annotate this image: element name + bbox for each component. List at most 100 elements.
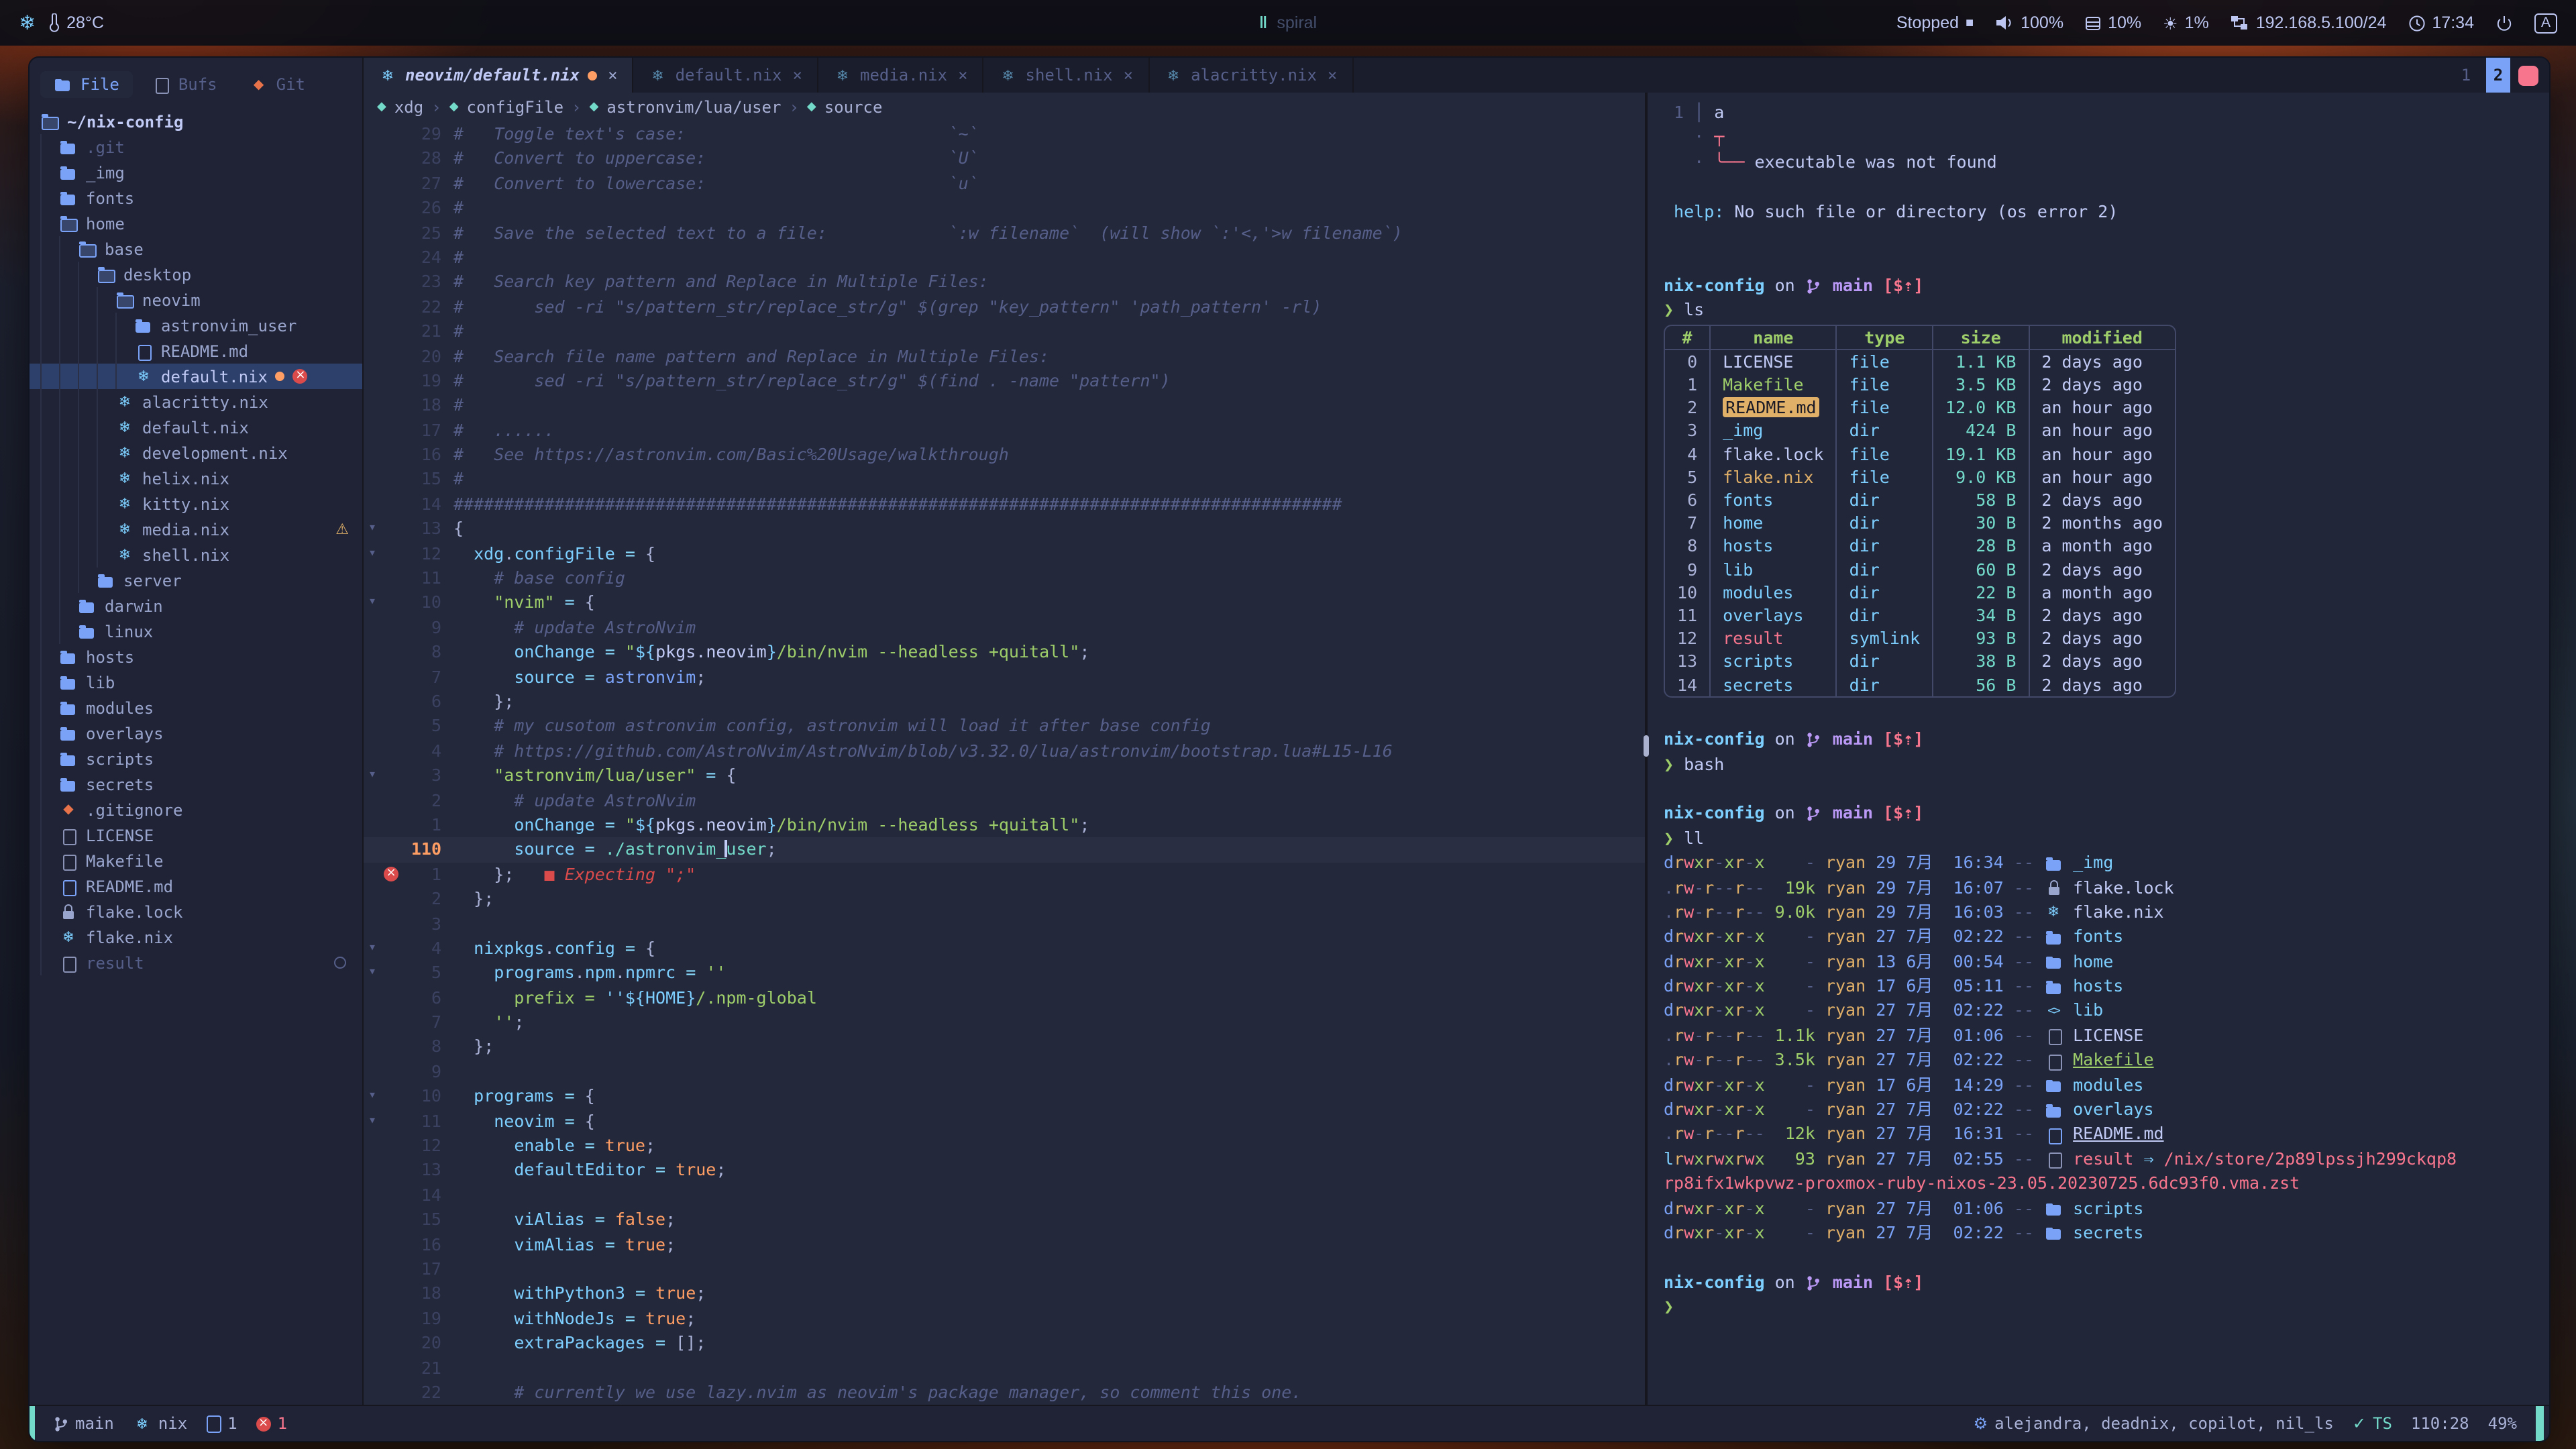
code-line[interactable]: 17 — [364, 1257, 1645, 1282]
tree-item-darwin[interactable]: darwin — [30, 593, 362, 619]
tree-item-home[interactable]: home — [30, 211, 362, 236]
tree-item-lib[interactable]: lib — [30, 669, 362, 695]
tree-item-.gitignore[interactable]: .gitignore — [30, 797, 362, 822]
buffer-tab-alacritty.nix[interactable]: alacritty.nix× — [1149, 58, 1353, 93]
code-line[interactable]: 22# sed -ri "s/pattern_str/replace_str/g… — [364, 294, 1645, 319]
breadcrumb-item[interactable]: source — [824, 98, 883, 117]
code-line[interactable]: 20# Search file name pattern and Replace… — [364, 344, 1645, 369]
tree-item-media.nix[interactable]: media.nix⚠ — [30, 517, 362, 542]
code-line[interactable]: 1 onChange = "${pkgs.neovim}/bin/nvim --… — [364, 813, 1645, 838]
code-line[interactable]: 3 — [364, 912, 1645, 936]
code-line[interactable]: 2 }; — [364, 887, 1645, 912]
buffer-tab-default.nix[interactable]: default.nix× — [634, 58, 818, 93]
code-line[interactable]: 20 extraPackages = []; — [364, 1331, 1645, 1356]
code-line[interactable]: ▾10 "nvim" = { — [364, 591, 1645, 616]
tree-item-desktop[interactable]: desktop — [30, 262, 362, 287]
sidebar-source-File[interactable]: File — [40, 71, 133, 98]
network-widget[interactable]: 192.168.5.100/24 — [2231, 13, 2387, 32]
tree-item-development.nix[interactable]: development.nix — [30, 440, 362, 466]
code-line[interactable]: 16# See https://astronvim.com/Basic%20Us… — [364, 443, 1645, 468]
code-line[interactable]: 14 — [364, 1183, 1645, 1208]
tab-page-1[interactable]: 1 — [2454, 58, 2478, 93]
tree-item-README.md[interactable]: README.md — [30, 873, 362, 899]
breadcrumb-item[interactable]: configFile — [467, 98, 564, 117]
code-line[interactable]: 24# — [364, 246, 1645, 270]
split-separator[interactable] — [1645, 93, 1648, 1405]
code-line[interactable]: ▾12 xdg.configFile = { — [364, 541, 1645, 566]
code-line[interactable]: 4 # https://github.com/AstroNvim/AstroNv… — [364, 739, 1645, 764]
code-line[interactable]: 19 withNodeJs = true; — [364, 1307, 1645, 1332]
nixos-logo-icon[interactable]: ❄ — [19, 11, 36, 35]
tree-item-_img[interactable]: _img — [30, 160, 362, 185]
buffer-tab-shell.nix[interactable]: shell.nix× — [984, 58, 1150, 93]
tree-item-astronvim_user[interactable]: astronvim_user — [30, 313, 362, 338]
tree-item-hosts[interactable]: hosts — [30, 644, 362, 669]
editor-pane[interactable]: ◆xdg›◆configFile›◆astronvim/lua/user›◆so… — [364, 93, 1645, 1405]
code-line[interactable]: 11 # base config — [364, 566, 1645, 591]
tree-item-secrets[interactable]: secrets — [30, 771, 362, 797]
code-line[interactable]: 8 }; — [364, 1035, 1645, 1060]
code-line[interactable]: 13 defaultEditor = true; — [364, 1159, 1645, 1183]
git-branch-widget[interactable]: main — [54, 1414, 114, 1433]
diagnostics-widget[interactable]: × 1 — [256, 1414, 287, 1433]
code-line[interactable]: ▾5 programs.npm.npmrc = '' — [364, 961, 1645, 986]
code-line[interactable]: 23# Search key pattern and Replace in Mu… — [364, 270, 1645, 295]
tree-item-default.nix[interactable]: default.nix× — [30, 364, 362, 389]
power-icon[interactable] — [2496, 14, 2513, 32]
close-icon[interactable]: × — [608, 66, 617, 85]
code-line[interactable]: ▾10 programs = { — [364, 1084, 1645, 1109]
close-icon[interactable]: × — [958, 66, 967, 85]
code-line[interactable]: 21# — [364, 319, 1645, 344]
tree-item-result[interactable]: result — [30, 950, 362, 975]
tree-item-kitty.nix[interactable]: kitty.nix — [30, 491, 362, 517]
code-line[interactable]: 9 — [364, 1060, 1645, 1085]
tree-item-alacritty.nix[interactable]: alacritty.nix — [30, 389, 362, 415]
tree-item-server[interactable]: server — [30, 568, 362, 593]
code-line[interactable]: 6 prefix = ''${HOME}/.npm-global — [364, 985, 1645, 1010]
sidebar-source-Git[interactable]: Git — [236, 71, 319, 98]
tree-item-fonts[interactable]: fonts — [30, 185, 362, 211]
code-line[interactable]: ×1 }; ■ Expecting ";" — [364, 862, 1645, 887]
close-icon[interactable]: × — [1124, 66, 1133, 85]
tree-item-LICENSE[interactable]: LICENSE — [30, 822, 362, 848]
code-line[interactable]: 28# Convert to uppercase: `U` — [364, 147, 1645, 172]
tree-item-Makefile[interactable]: Makefile — [30, 848, 362, 873]
code-line[interactable]: ▾13{ — [364, 517, 1645, 542]
code-line[interactable]: 18# — [364, 394, 1645, 419]
tree-item-neovim[interactable]: neovim — [30, 287, 362, 313]
code-line[interactable]: ▾4 nixpkgs.config = { — [364, 936, 1645, 961]
tree-item-README.md[interactable]: README.md — [30, 338, 362, 364]
code-line[interactable]: 18 withPython3 = true; — [364, 1282, 1645, 1307]
code-line[interactable]: 26# — [364, 196, 1645, 221]
tab-page-2[interactable]: 2 — [2486, 58, 2510, 93]
code-line[interactable]: ▾11 neovim = { — [364, 1109, 1645, 1134]
code-line[interactable]: 12 enable = true; — [364, 1134, 1645, 1159]
tree-item-scripts[interactable]: scripts — [30, 746, 362, 771]
tree-item-flake.lock[interactable]: flake.lock — [30, 899, 362, 924]
close-window-button[interactable] — [2518, 65, 2538, 85]
code-line[interactable]: ▾3 "astronvim/lua/user" = { — [364, 763, 1645, 788]
tree-item-shell.nix[interactable]: shell.nix — [30, 542, 362, 568]
code-line[interactable]: 14######################################… — [364, 492, 1645, 517]
close-icon[interactable]: × — [793, 66, 802, 85]
code-area[interactable]: 29# Toggle text's case: `~` 28# Convert … — [364, 122, 1645, 1405]
terminal-pane[interactable]: 1 │ a · ┬ · ╰── executable was not found… — [1648, 93, 2549, 1405]
tree-item-modules[interactable]: modules — [30, 695, 362, 720]
tree-item-overlays[interactable]: overlays — [30, 720, 362, 746]
code-line[interactable]: 7 source = astronvim; — [364, 665, 1645, 690]
code-line[interactable]: 110 source = ./astronvim_user; — [364, 838, 1645, 863]
code-line[interactable]: 19# sed -ri "s/pattern_str/replace_str/g… — [364, 369, 1645, 394]
buffer-tab-neovim/default.nix[interactable]: neovim/default.nix× — [364, 58, 634, 93]
tree-item-~/nix-config[interactable]: ~/nix-config — [30, 109, 362, 134]
tree-item-base[interactable]: base — [30, 236, 362, 262]
tree-item-linux[interactable]: linux — [30, 619, 362, 644]
pause-icon[interactable]: ‖ — [1259, 13, 1266, 32]
code-line[interactable]: 29# Toggle text's case: `~` — [364, 122, 1645, 147]
code-line[interactable]: 25# Save the selected text to a file: `:… — [364, 221, 1645, 246]
tree-item-helix.nix[interactable]: helix.nix — [30, 466, 362, 491]
tree-item-.git[interactable]: .git — [30, 134, 362, 160]
input-method-badge[interactable]: A — [2534, 13, 2557, 33]
sidebar-source-Bufs[interactable]: Bufs — [138, 71, 231, 98]
breadcrumb-item[interactable]: astronvim/lua/user — [606, 98, 781, 117]
code-line[interactable]: 2 # update AstroNvim — [364, 788, 1645, 813]
